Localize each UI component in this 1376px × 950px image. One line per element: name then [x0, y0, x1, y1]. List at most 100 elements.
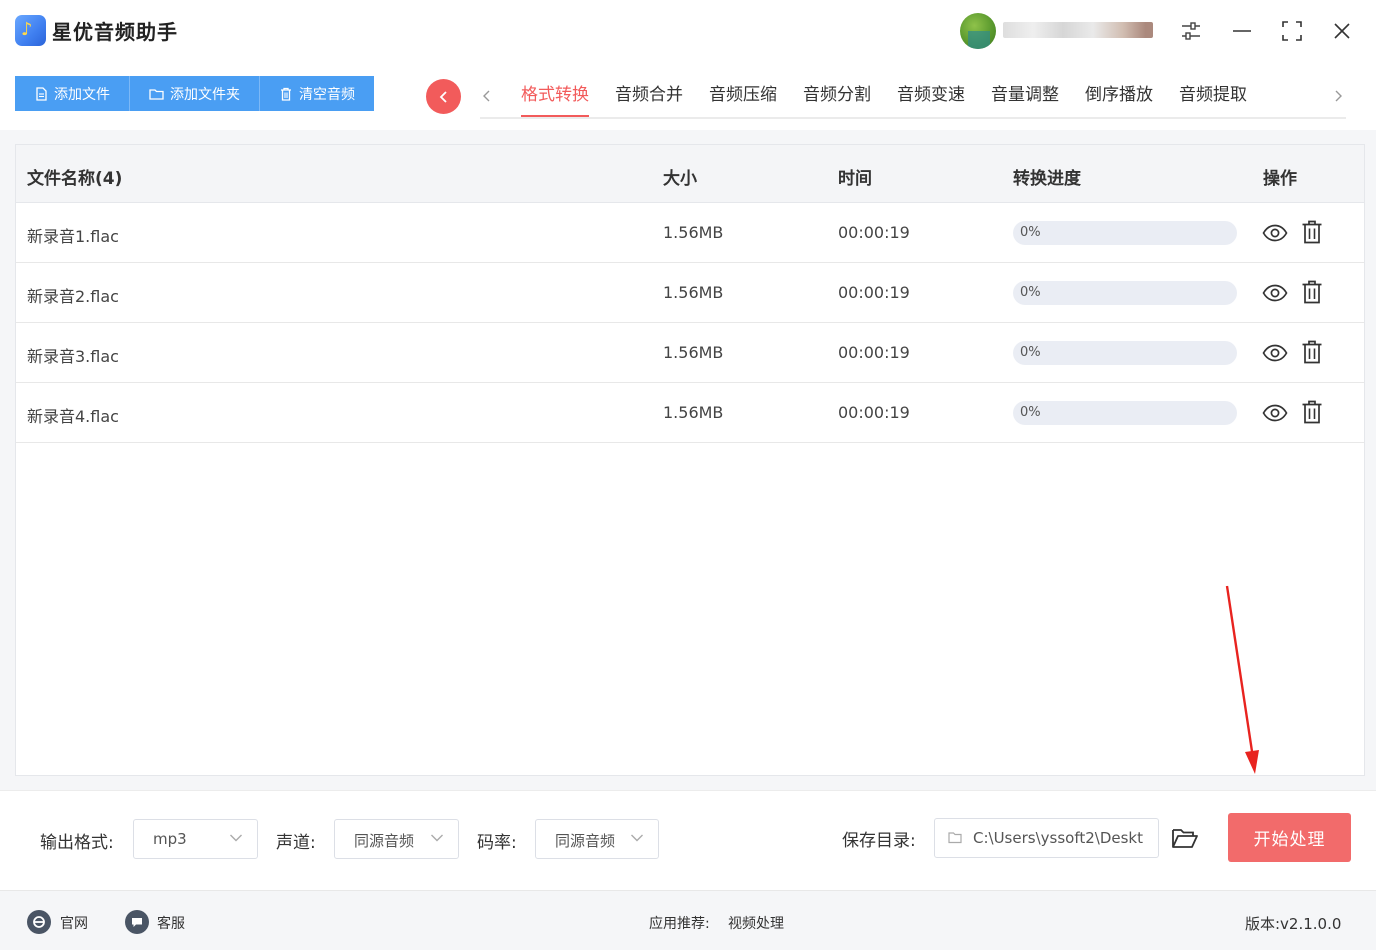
tab-reverse-play[interactable]: 倒序播放: [1074, 78, 1164, 118]
start-process-button[interactable]: 开始处理: [1228, 813, 1351, 862]
tab-volume-adjust[interactable]: 音量调整: [980, 78, 1070, 118]
folder-open-icon: [1172, 829, 1198, 848]
maximize-icon: [1282, 21, 1302, 41]
footer-bar: 官网 客服 应用推荐: 视频处理 版本:v2.1.0.0: [0, 890, 1376, 950]
eye-icon: [1262, 284, 1288, 302]
add-folder-label: 添加文件夹: [170, 86, 240, 103]
file-size: 1.56MB: [663, 343, 724, 362]
bitrate-value: 同源音频: [555, 832, 616, 850]
tab-audio-split[interactable]: 音频分割: [792, 78, 882, 118]
eye-icon: [1262, 224, 1288, 242]
folder-icon: [149, 88, 164, 100]
chevron-right-icon: [1335, 90, 1342, 102]
back-button[interactable]: [426, 79, 461, 114]
maximize-button[interactable]: [1275, 14, 1309, 48]
save-dir-label: 保存目录:: [842, 831, 916, 851]
username[interactable]: [1003, 22, 1153, 38]
file-table: 文件名称(4) 大小 时间 转换进度 操作 新录音1.flac 1.56MB 0…: [15, 144, 1365, 776]
channel-select[interactable]: 同源音频: [334, 819, 459, 859]
preview-button[interactable]: [1261, 280, 1289, 306]
settings-button[interactable]: [1174, 14, 1208, 48]
minimize-icon: [1233, 30, 1251, 32]
folder-icon: [948, 832, 962, 844]
progress-bar: 0%: [1013, 281, 1237, 305]
add-file-button[interactable]: 添加文件: [15, 76, 130, 111]
channel-label: 声道:: [276, 833, 316, 853]
file-toolbar: 添加文件 添加文件夹 清空音频: [15, 76, 374, 111]
tabs-divider: [480, 117, 1346, 119]
delete-button[interactable]: [1300, 218, 1324, 246]
annotation-arrow-icon: [1225, 585, 1259, 774]
delete-button[interactable]: [1300, 338, 1324, 366]
support-link[interactable]: 客服: [157, 913, 185, 933]
progress-text: 0%: [1020, 405, 1041, 420]
file-duration: 00:00:19: [838, 403, 910, 422]
file-duration: 00:00:19: [838, 343, 910, 362]
progress-bar: 0%: [1013, 401, 1237, 425]
preview-button[interactable]: [1261, 400, 1289, 426]
feature-tabs: 格式转换 音频合并 音频压缩 音频分割 音频变速 音量调整 倒序播放 音频提取: [510, 78, 1262, 118]
clear-audio-button[interactable]: 清空音频: [260, 76, 374, 111]
file-duration: 00:00:19: [838, 283, 910, 302]
chevron-left-icon: [439, 90, 447, 103]
file-duration: 00:00:19: [838, 223, 910, 242]
tab-audio-compress[interactable]: 音频压缩: [698, 78, 788, 118]
clear-audio-label: 清空音频: [299, 86, 355, 103]
header-file-name: 文件名称(4): [27, 169, 123, 189]
browse-folder-button[interactable]: [1170, 824, 1200, 852]
table-row[interactable]: 新录音1.flac 1.56MB 00:00:19 0%: [16, 203, 1364, 263]
header-actions: 操作: [1263, 169, 1297, 189]
support-icon[interactable]: [125, 910, 149, 934]
tab-audio-extract[interactable]: 音频提取: [1168, 78, 1258, 118]
trash-icon: [1302, 280, 1322, 304]
tab-audio-merge[interactable]: 音频合并: [604, 78, 694, 118]
close-button[interactable]: [1325, 14, 1359, 48]
progress-bar: 0%: [1013, 341, 1237, 365]
trash-icon: [1302, 400, 1322, 424]
ie-logo-icon: [33, 916, 45, 928]
trash-icon: [281, 87, 291, 101]
file-size: 1.56MB: [663, 403, 724, 422]
table-row[interactable]: 新录音4.flac 1.56MB 00:00:19 0%: [16, 383, 1364, 443]
tab-scroll-right-button[interactable]: [1329, 84, 1347, 108]
recommend-link[interactable]: 视频处理: [728, 913, 784, 933]
add-file-label: 添加文件: [54, 86, 110, 103]
tab-scroll-left-button[interactable]: [478, 84, 496, 108]
close-icon: [1334, 23, 1350, 39]
user-avatar[interactable]: [960, 13, 996, 49]
sliders-icon: [1182, 22, 1200, 40]
bitrate-select[interactable]: 同源音频: [535, 819, 659, 859]
delete-button[interactable]: [1300, 398, 1324, 426]
table-header: 文件名称(4) 大小 时间 转换进度 操作: [16, 145, 1364, 203]
progress-text: 0%: [1020, 285, 1041, 300]
progress-text: 0%: [1020, 225, 1041, 240]
output-format-select[interactable]: mp3: [133, 819, 258, 859]
trash-icon: [1302, 220, 1322, 244]
table-row[interactable]: 新录音2.flac 1.56MB 00:00:19 0%: [16, 263, 1364, 323]
eye-icon: [1262, 344, 1288, 362]
save-path-value: C:\Users\yssoft2\Deskt: [973, 829, 1143, 847]
file-size: 1.56MB: [663, 283, 724, 302]
minimize-button[interactable]: [1225, 14, 1259, 48]
website-icon[interactable]: [27, 910, 51, 934]
chevron-down-icon: [631, 834, 643, 842]
output-format-label: 输出格式:: [40, 833, 114, 853]
version-text: 版本:v2.1.0.0: [1245, 915, 1342, 933]
header-progress: 转换进度: [1013, 169, 1081, 189]
preview-button[interactable]: [1261, 340, 1289, 366]
save-path-input[interactable]: C:\Users\yssoft2\Deskt: [934, 818, 1159, 858]
file-size: 1.56MB: [663, 223, 724, 242]
chevron-down-icon: [230, 834, 242, 842]
progress-text: 0%: [1020, 345, 1041, 360]
preview-button[interactable]: [1261, 220, 1289, 246]
app-logo-icon: ♪: [15, 15, 46, 46]
table-row[interactable]: 新录音3.flac 1.56MB 00:00:19 0%: [16, 323, 1364, 383]
delete-button[interactable]: [1300, 278, 1324, 306]
file-name: 新录音4.flac: [27, 407, 119, 426]
title-bar: ♪ 星优音频助手: [0, 0, 1376, 60]
recommend-label: 应用推荐:: [649, 916, 710, 932]
add-folder-button[interactable]: 添加文件夹: [130, 76, 260, 111]
tab-format-convert[interactable]: 格式转换: [510, 78, 600, 118]
tab-audio-speed[interactable]: 音频变速: [886, 78, 976, 118]
website-link[interactable]: 官网: [60, 913, 88, 933]
